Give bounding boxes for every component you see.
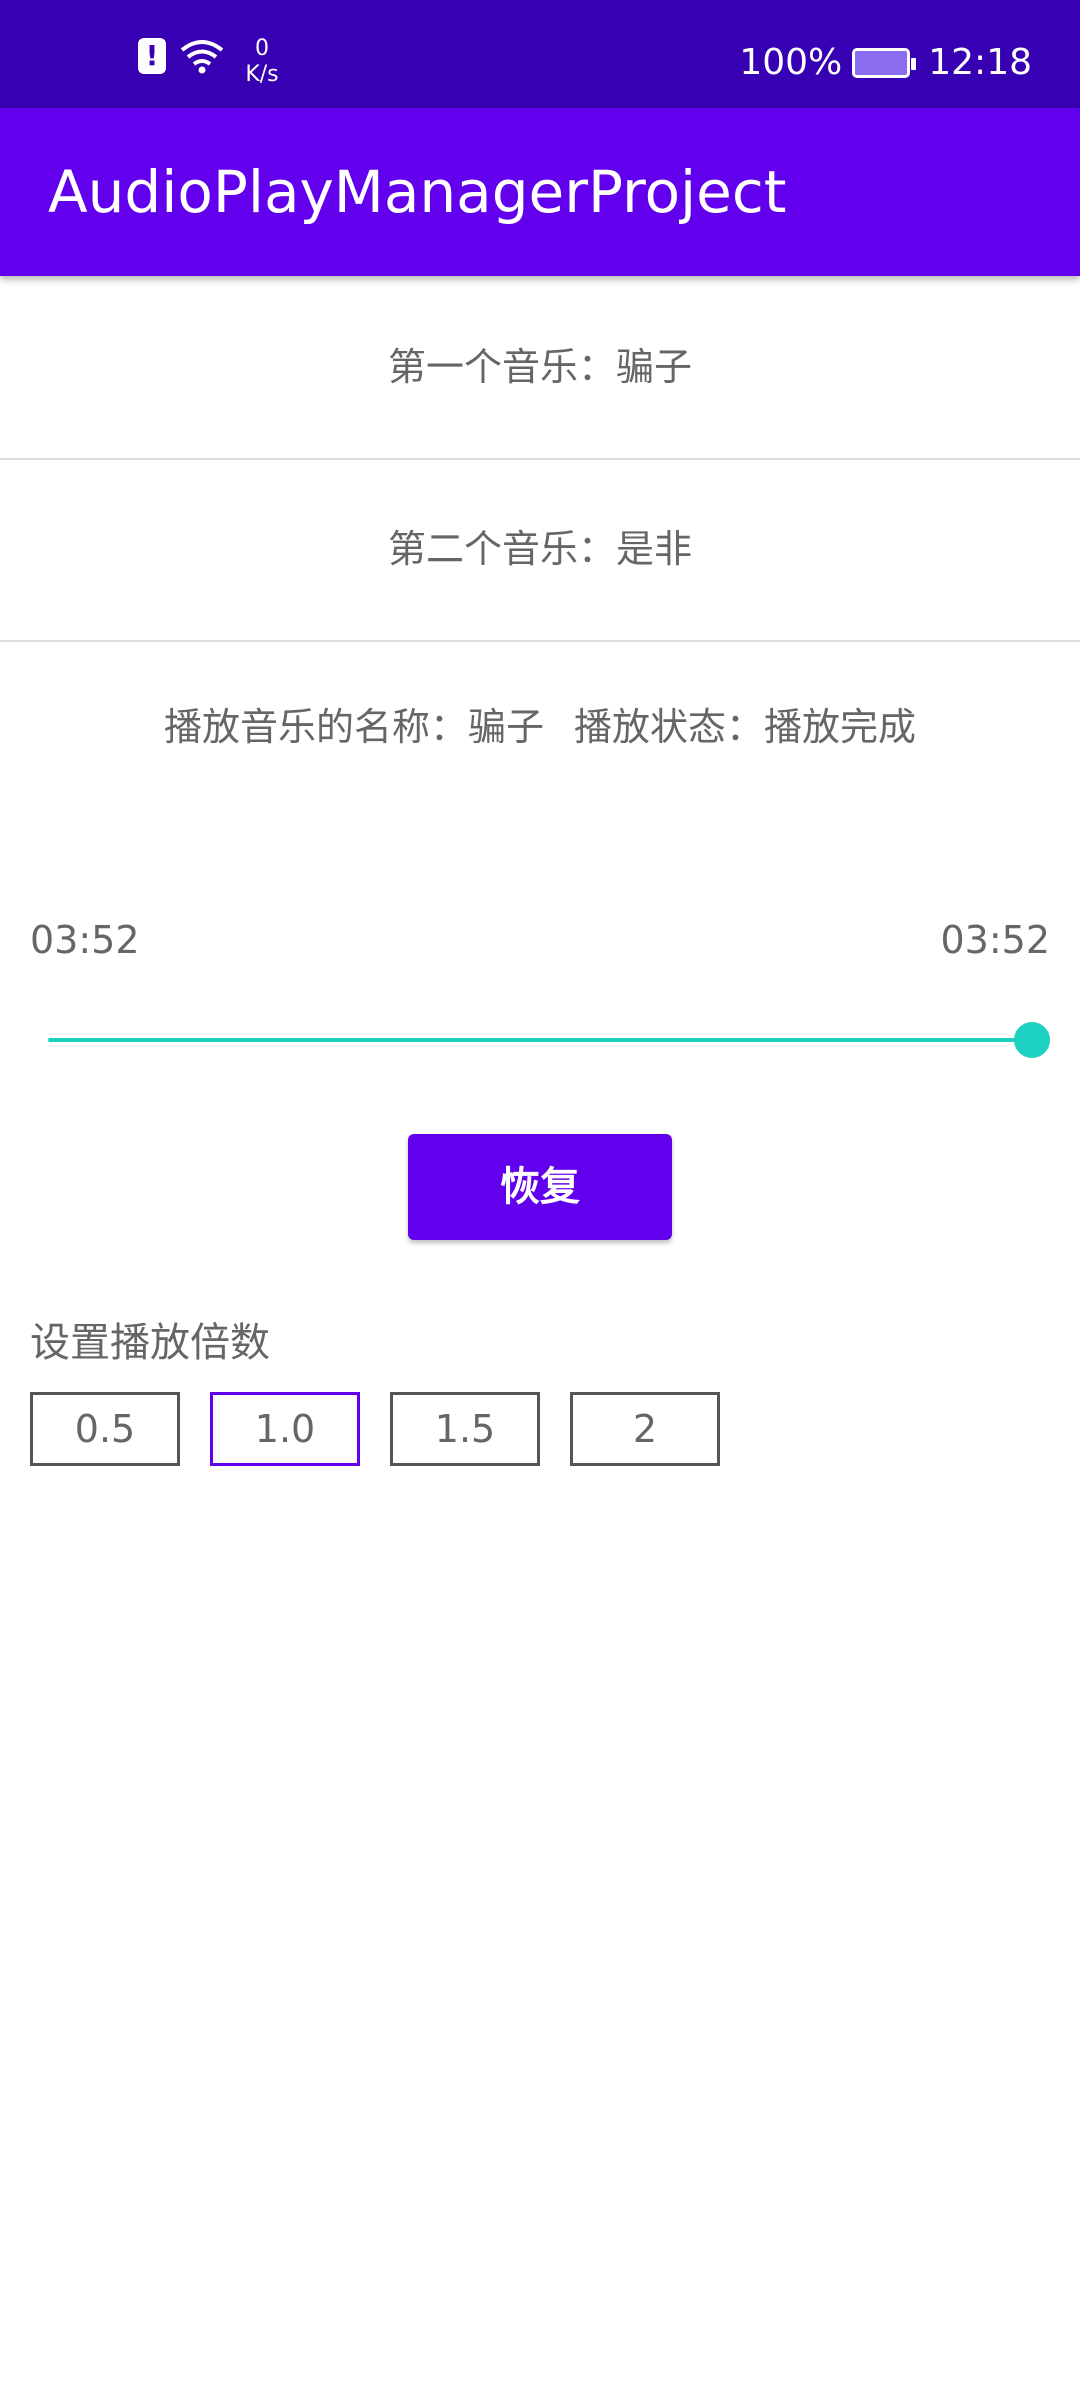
seek-bar-thumb[interactable] [1014,1022,1050,1058]
status-bar: ! 0 K/s 100% 12:18 [0,0,1080,108]
clock: 12:18 [928,42,1032,83]
playback-state: 播放状态：播放完成 [574,705,917,749]
resume-button[interactable]: 恢复 [408,1134,672,1240]
speed-option-1-0[interactable]: 1.0 [210,1392,360,1466]
battery-percent: 100% [739,42,843,83]
net-speed-unit: K/s [245,62,279,87]
track-item-1[interactable]: 第一个音乐：骗子 [0,276,1080,460]
alert-icon: ! [138,38,166,74]
speed-option-1-5[interactable]: 1.5 [390,1392,540,1466]
speed-option-0-5[interactable]: 0.5 [30,1392,180,1466]
app-title: AudioPlayManagerProject [48,158,787,226]
speed-option-2[interactable]: 2 [570,1392,720,1466]
wifi-icon [180,40,224,74]
speed-label: 设置播放倍数 [30,1320,270,1366]
current-time: 03:52 [30,918,140,962]
playing-track-name: 播放音乐的名称：骗子 [163,705,544,749]
total-time: 03:52 [940,918,1050,962]
network-speed: 0 K/s [232,36,292,88]
seek-bar-track[interactable] [48,1038,1032,1042]
battery-icon [852,47,917,78]
app-bar: AudioPlayManagerProject [0,108,1080,276]
track-item-2[interactable]: 第二个音乐：是非 [0,458,1080,642]
playback-status: 播放音乐的名称：骗子 播放状态：播放完成 [0,696,1080,751]
net-speed-value: 0 [255,36,269,61]
